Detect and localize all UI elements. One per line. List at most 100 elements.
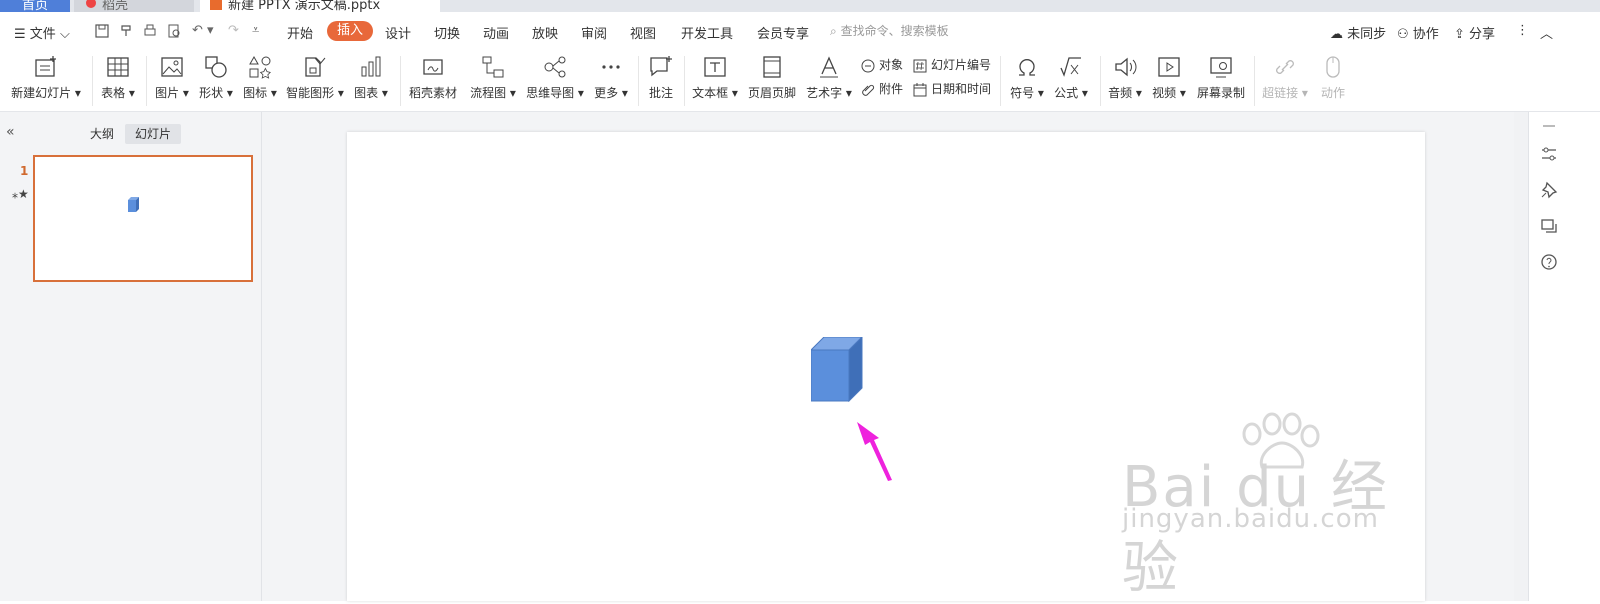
- vertical-scrollbar[interactable]: [1514, 112, 1528, 601]
- sync-label: 未同步: [1347, 27, 1387, 42]
- new-slide-label: 新建幻灯片: [11, 86, 72, 100]
- more-button[interactable]: 更多 ▾: [590, 50, 632, 110]
- symbol-label: 符号: [1010, 86, 1035, 100]
- cube-shape[interactable]: [811, 337, 863, 402]
- print-preview-icon[interactable]: [166, 23, 182, 39]
- slide-thumbnail[interactable]: [33, 155, 253, 282]
- collapse-panel-icon[interactable]: «: [6, 124, 15, 140]
- chart-button[interactable]: 图表 ▾: [350, 50, 392, 110]
- collapse-ribbon-icon[interactable]: ︿: [1540, 23, 1553, 42]
- animation-star-icon: ⁎★: [12, 187, 29, 201]
- action-label: 动作: [1320, 86, 1345, 100]
- settings-sliders-icon[interactable]: [1539, 144, 1559, 164]
- formula-label: 公式: [1054, 86, 1079, 100]
- hyperlink-button[interactable]: 超链接 ▾: [1262, 50, 1308, 110]
- ribbon-separator: [92, 56, 93, 106]
- textbox-button[interactable]: 文本框 ▾: [690, 50, 740, 110]
- material-label: 稻壳素材: [408, 86, 457, 100]
- redo-icon[interactable]: ↷: [228, 23, 239, 38]
- tab-outline[interactable]: 大纲: [80, 124, 124, 144]
- attachment-button[interactable]: 附件: [860, 80, 903, 98]
- menu-animation[interactable]: 动画: [483, 23, 509, 42]
- menu-developer[interactable]: 开发工具: [681, 23, 733, 42]
- menu-transition[interactable]: 切换: [434, 23, 460, 42]
- textbox-label: 文本框: [692, 86, 729, 100]
- screen-record-button[interactable]: 屏幕录制: [1194, 50, 1248, 110]
- material-button[interactable]: 稻壳素材: [406, 50, 460, 110]
- tab-home[interactable]: 首页: [0, 0, 70, 13]
- menu-view[interactable]: 视图: [630, 23, 656, 42]
- more-options-icon[interactable]: ⋮: [1516, 23, 1529, 38]
- formula-icon: [1060, 57, 1081, 77]
- action-button[interactable]: 动作: [1314, 50, 1352, 110]
- command-search[interactable]: ⌕ 查找命令、搜索模板: [830, 22, 949, 39]
- comment-button[interactable]: 批注: [643, 50, 679, 110]
- hyperlink-label: 超链接: [1262, 86, 1299, 100]
- right-sidebar: [1528, 112, 1568, 601]
- flowchart-label: 流程图: [470, 86, 507, 100]
- watermark-url: jingyan.baidu.com: [1122, 504, 1379, 534]
- thumbnail-cube-shape: [128, 197, 139, 212]
- customize-toolbar-icon[interactable]: ⩡: [252, 23, 259, 38]
- header-footer-button[interactable]: 页眉页脚: [744, 50, 800, 110]
- menu-insert[interactable]: 插入: [327, 21, 374, 41]
- wordart-button[interactable]: 艺术字 ▾: [804, 50, 854, 110]
- datetime-label: 日期和时间: [931, 82, 992, 96]
- formula-button[interactable]: 公式 ▾: [1050, 50, 1092, 110]
- sidebar-collapse-icon[interactable]: [1539, 116, 1559, 136]
- chart-icon: [361, 56, 381, 77]
- slide-number-button[interactable]: 幻灯片编号: [912, 56, 991, 74]
- search-icon: ⌕: [830, 24, 837, 38]
- menu-start[interactable]: 开始: [287, 23, 313, 42]
- wordart-icon: [820, 56, 838, 78]
- table-button[interactable]: 表格 ▾: [98, 50, 138, 110]
- shape-button[interactable]: 形状 ▾: [196, 50, 236, 110]
- cloud-icon: ☁: [1330, 27, 1343, 42]
- object-button[interactable]: 对象: [860, 56, 903, 74]
- menu-member[interactable]: 会员专享: [757, 23, 809, 42]
- flowchart-button[interactable]: 流程图 ▾: [466, 50, 520, 110]
- undo-icon[interactable]: ↶ ▾: [192, 23, 214, 38]
- format-painter-icon[interactable]: [118, 23, 134, 39]
- slide-panel: « 大纲 幻灯片 1 ⁎★: [0, 112, 262, 601]
- symbol-button[interactable]: 符号 ▾: [1006, 50, 1048, 110]
- audio-label: 音频: [1108, 86, 1133, 100]
- new-slide-button[interactable]: 新建幻灯片 ▾: [8, 50, 84, 110]
- smartart-icon: [305, 57, 326, 77]
- icon-button[interactable]: 图标 ▾: [240, 50, 280, 110]
- image-label: 图片: [155, 86, 180, 100]
- menu-review[interactable]: 审阅: [581, 23, 607, 42]
- tab-slides[interactable]: 幻灯片: [125, 124, 182, 144]
- share-button[interactable]: ⇪ 分享: [1454, 23, 1495, 42]
- save-icon[interactable]: [94, 23, 110, 39]
- help-icon[interactable]: [1539, 252, 1559, 272]
- textbox-icon: [704, 57, 726, 77]
- image-button[interactable]: 图片 ▾: [152, 50, 192, 110]
- sync-button[interactable]: ☁ 未同步: [1330, 23, 1386, 42]
- pin-icon[interactable]: [1539, 180, 1559, 200]
- print-icon[interactable]: [142, 23, 158, 39]
- audio-button[interactable]: 音频 ▾: [1105, 50, 1145, 110]
- calendar-icon: [913, 82, 927, 96]
- menu-slideshow[interactable]: 放映: [532, 23, 558, 42]
- tab-active-document[interactable]: 新建 PPTX 演示文稿.pptx: [200, 0, 440, 13]
- mindmap-button[interactable]: 思维导图 ▾: [524, 50, 586, 110]
- video-button[interactable]: 视频 ▾: [1149, 50, 1189, 110]
- transition-icon[interactable]: [1539, 216, 1559, 236]
- header-footer-icon: [763, 56, 781, 78]
- more-icon: [602, 65, 620, 69]
- file-menu[interactable]: ☰ 文件 ⌵: [14, 23, 70, 42]
- omega-icon: [1019, 59, 1035, 76]
- tab-docer[interactable]: 稻壳: [74, 0, 194, 13]
- datetime-button[interactable]: 日期和时间: [912, 80, 991, 98]
- screen-record-icon: [1210, 57, 1232, 78]
- smartart-button[interactable]: 智能图形 ▾: [284, 50, 346, 110]
- menu-design[interactable]: 设计: [385, 23, 411, 42]
- mindmap-label: 思维导图: [526, 86, 575, 100]
- new-slide-icon: [35, 56, 56, 77]
- comment-label: 批注: [648, 86, 673, 100]
- collab-label: 协作: [1412, 27, 1439, 42]
- slide-number-icon: [913, 59, 927, 72]
- collab-button[interactable]: ⚇ 协作: [1397, 23, 1439, 42]
- object-icon: [861, 59, 875, 72]
